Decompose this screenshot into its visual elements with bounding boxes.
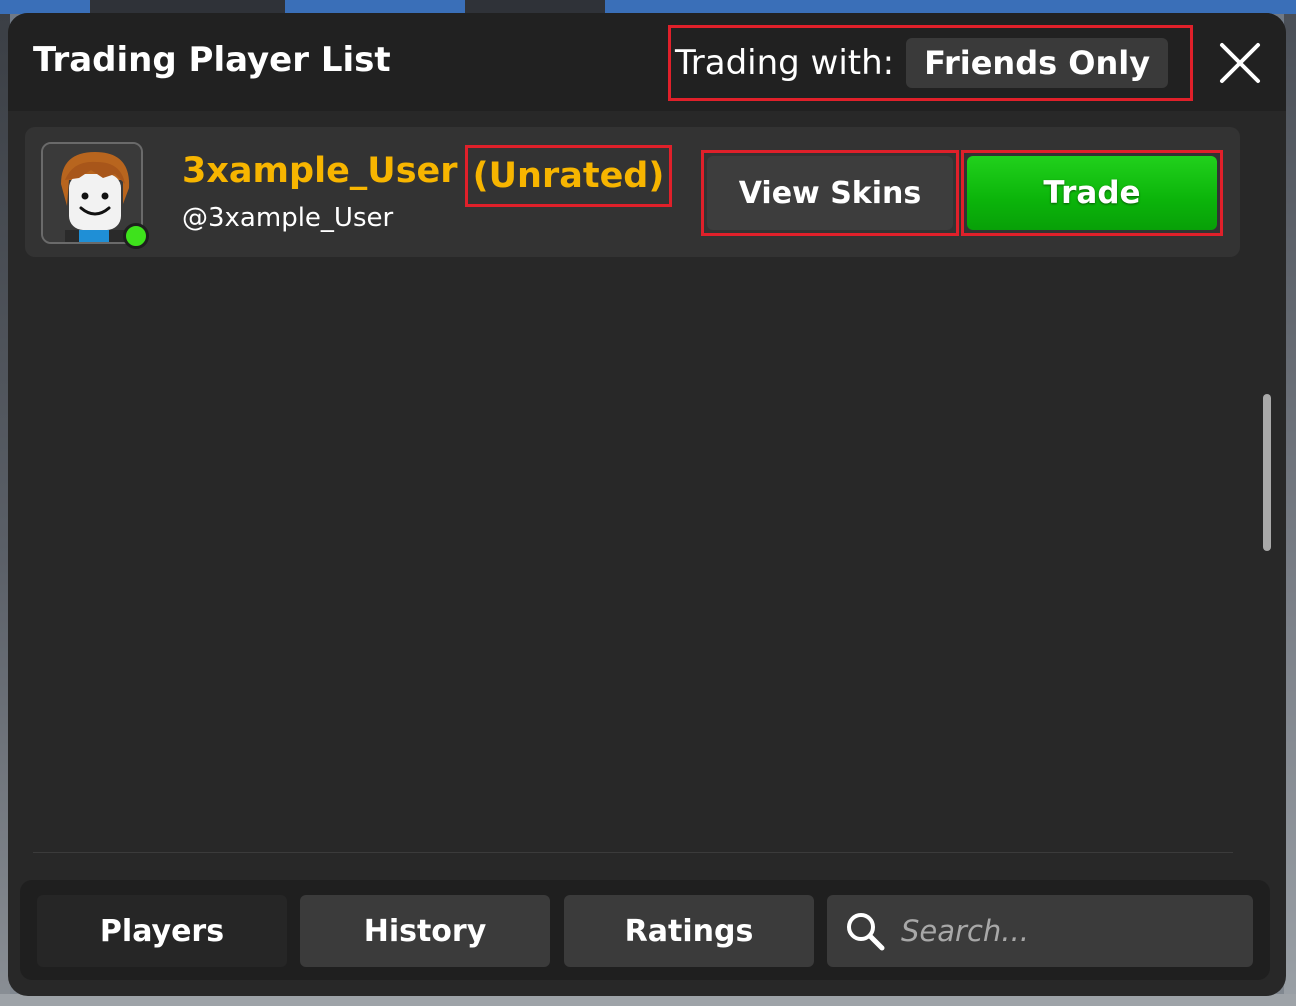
tab-players[interactable]: Players — [37, 895, 287, 967]
trade-button[interactable]: Trade — [967, 156, 1217, 230]
player-row: 3xample_User (Unrated) @3xample_User Vie… — [25, 127, 1240, 257]
player-display-name: 3xample_User — [182, 151, 458, 191]
search-icon — [847, 913, 885, 951]
tab-ratings[interactable]: Ratings — [564, 895, 814, 967]
view-skins-highlight: View Skins — [701, 150, 959, 236]
search-input[interactable] — [901, 909, 1241, 953]
footer-tab-bar: Players History Ratings — [20, 880, 1270, 980]
player-username: @3xample_User — [182, 203, 394, 233]
trading-with-setting: Trading with: Friends Only — [668, 25, 1193, 101]
panel-header: Trading Player List Trading with: Friend… — [8, 13, 1286, 111]
trading-mode-dropdown[interactable]: Friends Only — [906, 38, 1169, 88]
tab-history[interactable]: History — [300, 895, 550, 967]
player-rating-badge: (Unrated) — [465, 145, 672, 207]
background-sky — [0, 0, 1296, 14]
close-icon — [1220, 43, 1260, 83]
close-button[interactable] — [1218, 41, 1262, 85]
search-box[interactable] — [827, 895, 1253, 967]
background-building — [90, 0, 285, 14]
online-status-indicator — [123, 223, 149, 249]
trading-with-label: Trading with: — [675, 43, 895, 83]
footer-divider — [33, 852, 1233, 853]
list-scrollbar[interactable] — [1263, 394, 1271, 551]
view-skins-button[interactable]: View Skins — [707, 156, 953, 230]
background-building — [465, 0, 605, 14]
panel-title: Trading Player List — [33, 40, 391, 80]
trading-player-list-panel: Trading Player List Trading with: Friend… — [8, 13, 1286, 996]
trade-highlight: Trade — [961, 150, 1223, 236]
